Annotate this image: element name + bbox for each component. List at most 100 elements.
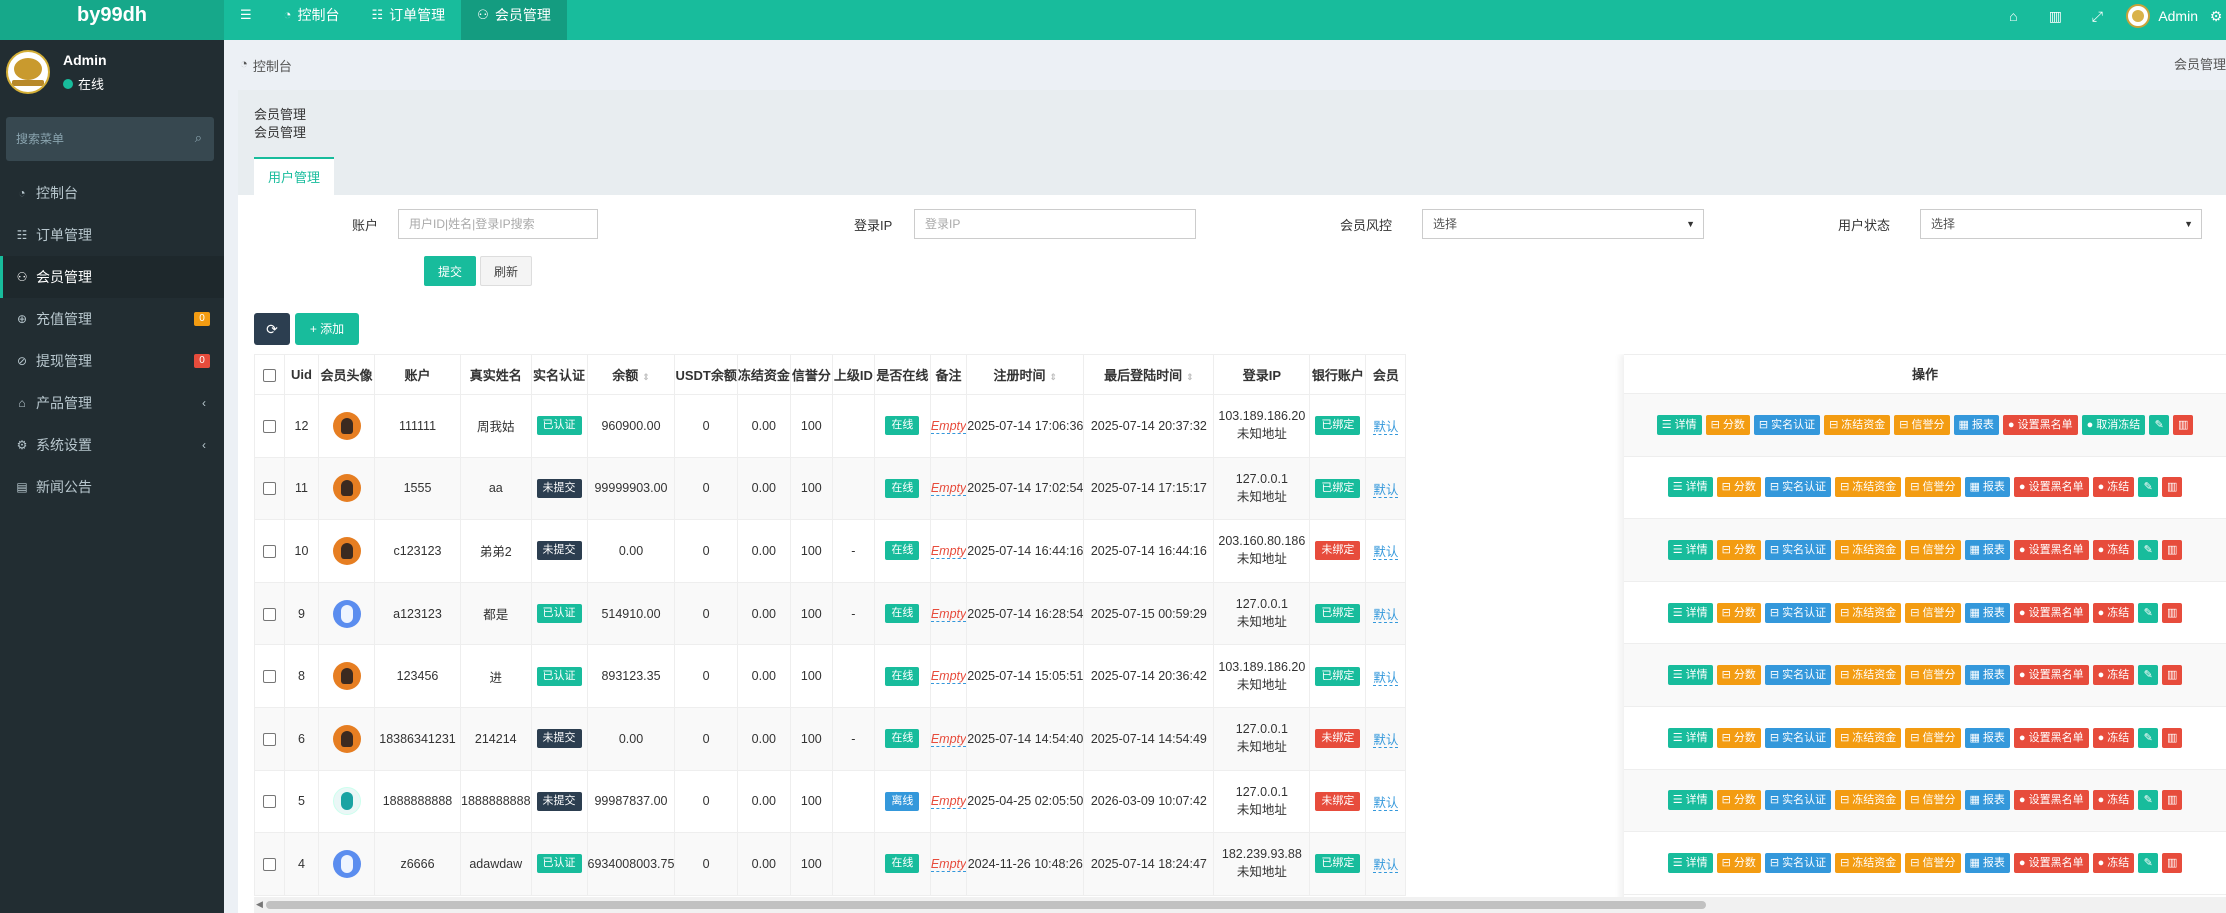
points-button[interactable]: ⊟ 分数 [1716,539,1761,560]
sidebar-item-recharge[interactable]: ⊕ 充值管理 0 [0,298,224,340]
member-level-link[interactable]: 默认 [1373,545,1399,561]
detail-button[interactable]: ☰ 详情 [1667,539,1713,560]
detail-button[interactable]: ☰ 详情 [1667,852,1713,873]
blacklist-button[interactable]: ● 设置黑名单 [2013,790,2089,811]
freeze-funds-button[interactable]: ⊟ 冻结资金 [1824,414,1891,435]
member-level-link[interactable]: 默认 [1373,482,1399,498]
horizontal-scrollbar[interactable]: ◀ [254,897,2226,913]
delete-button[interactable]: ▥ [2173,414,2194,435]
blacklist-button[interactable]: ● 设置黑名单 [2013,852,2089,873]
row-checkbox[interactable] [254,832,285,896]
note-editable[interactable]: Empty [931,856,966,872]
scrollbar-thumb[interactable] [266,901,1706,909]
status-select[interactable]: 选择 ▼ [1920,209,2202,239]
report-button[interactable]: ▦ 报表 [1964,852,2010,873]
freeze-toggle-button[interactable]: ● 冻结 [2092,602,2135,623]
col-reg-time[interactable]: 注册时间 ⇕ [966,354,1085,395]
freeze-funds-button[interactable]: ⊟ 冻结资金 [1835,539,1902,560]
top-nav-dashboard[interactable]: ◔ 控制台 [268,0,356,40]
member-level-link[interactable]: 默认 [1373,858,1399,874]
note-editable[interactable]: Empty [931,481,966,497]
report-button[interactable]: ▦ 报表 [1964,665,2010,686]
edit-button[interactable]: ✎ [2138,727,2159,748]
detail-button[interactable]: ☰ 详情 [1667,602,1713,623]
blacklist-button[interactable]: ● 设置黑名单 [2013,727,2089,748]
blacklist-button[interactable]: ● 设置黑名单 [2002,414,2078,435]
member-level-link[interactable]: 默认 [1373,733,1399,749]
sidebar-item-withdraw[interactable]: ⊘ 提现管理 0 [0,340,224,382]
avatar[interactable] [332,599,361,628]
detail-button[interactable]: ☰ 详情 [1667,790,1713,811]
points-button[interactable]: ⊟ 分数 [1716,602,1761,623]
verify-button[interactable]: ⊟ 实名认证 [1764,665,1832,686]
edit-button[interactable]: ✎ [2138,790,2159,811]
blacklist-button[interactable]: ● 设置黑名单 [2013,665,2089,686]
edit-button[interactable]: ✎ [2138,539,2159,560]
sidebar-item-news[interactable]: ▤ 新闻公告 [0,466,224,508]
brand-logo[interactable]: by99dh [0,0,224,40]
row-checkbox[interactable] [254,581,285,646]
reset-button[interactable]: 刷新 [480,256,532,286]
note-editable[interactable]: Empty [931,669,966,685]
risk-select[interactable]: 选择 ▼ [1422,209,1704,239]
col-last-login[interactable]: 最后登陆时间 ⇕ [1083,354,1215,395]
avatar[interactable] [332,662,361,691]
points-button[interactable]: ⊟ 分数 [1716,477,1761,498]
edit-button[interactable]: ✎ [2138,665,2159,686]
home-button[interactable]: ⌂ [1992,0,2034,32]
freeze-toggle-button[interactable]: ● 冻结 [2092,477,2135,498]
freeze-toggle-button[interactable]: ● 冻结 [2092,665,2135,686]
member-level-link[interactable]: 默认 [1373,795,1399,811]
delete-button[interactable]: ▥ [2162,477,2183,498]
freeze-funds-button[interactable]: ⊟ 冻结资金 [1835,790,1902,811]
credit-button[interactable]: ⊟ 信誉分 [1905,665,1961,686]
sidebar-item-products[interactable]: ⌂ 产品管理 ‹ [0,382,224,424]
delete-button[interactable]: ▥ [2162,727,2183,748]
blacklist-button[interactable]: ● 设置黑名单 [2013,602,2089,623]
note-editable[interactable]: Empty [931,418,966,434]
edit-button[interactable]: ✎ [2138,602,2159,623]
blacklist-button[interactable]: ● 设置黑名单 [2013,477,2089,498]
report-button[interactable]: ▦ 报表 [1964,602,2010,623]
col-balance[interactable]: 余额 ⇕ [586,354,676,395]
note-editable[interactable]: Empty [931,794,966,810]
fullscreen-button[interactable]: ⤢ [2076,0,2118,32]
detail-button[interactable]: ☰ 详情 [1656,414,1702,435]
sidebar-item-members[interactable]: ⚇ 会员管理 [0,256,224,298]
select-all-checkbox[interactable] [254,354,285,395]
clear-cache-button[interactable]: ▥ [2034,0,2076,32]
credit-button[interactable]: ⊟ 信誉分 [1905,852,1961,873]
delete-button[interactable]: ▥ [2162,665,2183,686]
edit-button[interactable]: ✎ [2138,852,2159,873]
row-checkbox[interactable] [254,706,285,771]
note-editable[interactable]: Empty [931,731,966,747]
freeze-toggle-button[interactable]: ● 取消冻结 [2081,414,2146,435]
report-button[interactable]: ▦ 报表 [1964,477,2010,498]
credit-button[interactable]: ⊟ 信誉分 [1894,414,1950,435]
delete-button[interactable]: ▥ [2162,790,2183,811]
row-checkbox[interactable] [254,644,285,708]
search-icon[interactable]: ⌕ [195,130,202,146]
credit-button[interactable]: ⊟ 信誉分 [1905,539,1961,560]
top-nav-orders[interactable]: ☷ 订单管理 [356,0,462,40]
report-button[interactable]: ▦ 报表 [1964,727,2010,748]
add-button[interactable]: + 添加 [295,313,359,345]
edit-button[interactable]: ✎ [2138,477,2159,498]
edit-button[interactable]: ✎ [2149,414,2170,435]
row-checkbox[interactable] [254,769,285,834]
verify-button[interactable]: ⊟ 实名认证 [1764,852,1832,873]
top-nav-members[interactable]: ⚇ 会员管理 [461,0,567,40]
tab-user-management[interactable]: 用户管理 [254,157,335,195]
col-uid[interactable]: Uid [284,354,319,395]
member-level-link[interactable]: 默认 [1373,670,1399,686]
settings-button[interactable]: ⚙ [2206,0,2226,32]
avatar[interactable] [332,411,361,440]
points-button[interactable]: ⊟ 分数 [1716,852,1761,873]
delete-button[interactable]: ▥ [2162,539,2183,560]
credit-button[interactable]: ⊟ 信誉分 [1905,477,1961,498]
freeze-funds-button[interactable]: ⊟ 冻结资金 [1835,602,1902,623]
delete-button[interactable]: ▥ [2162,602,2183,623]
refresh-button[interactable]: ⟳ [254,313,290,345]
verify-button[interactable]: ⊟ 实名认证 [1764,602,1832,623]
sidebar-item-orders[interactable]: ☷ 订单管理 [0,214,224,256]
